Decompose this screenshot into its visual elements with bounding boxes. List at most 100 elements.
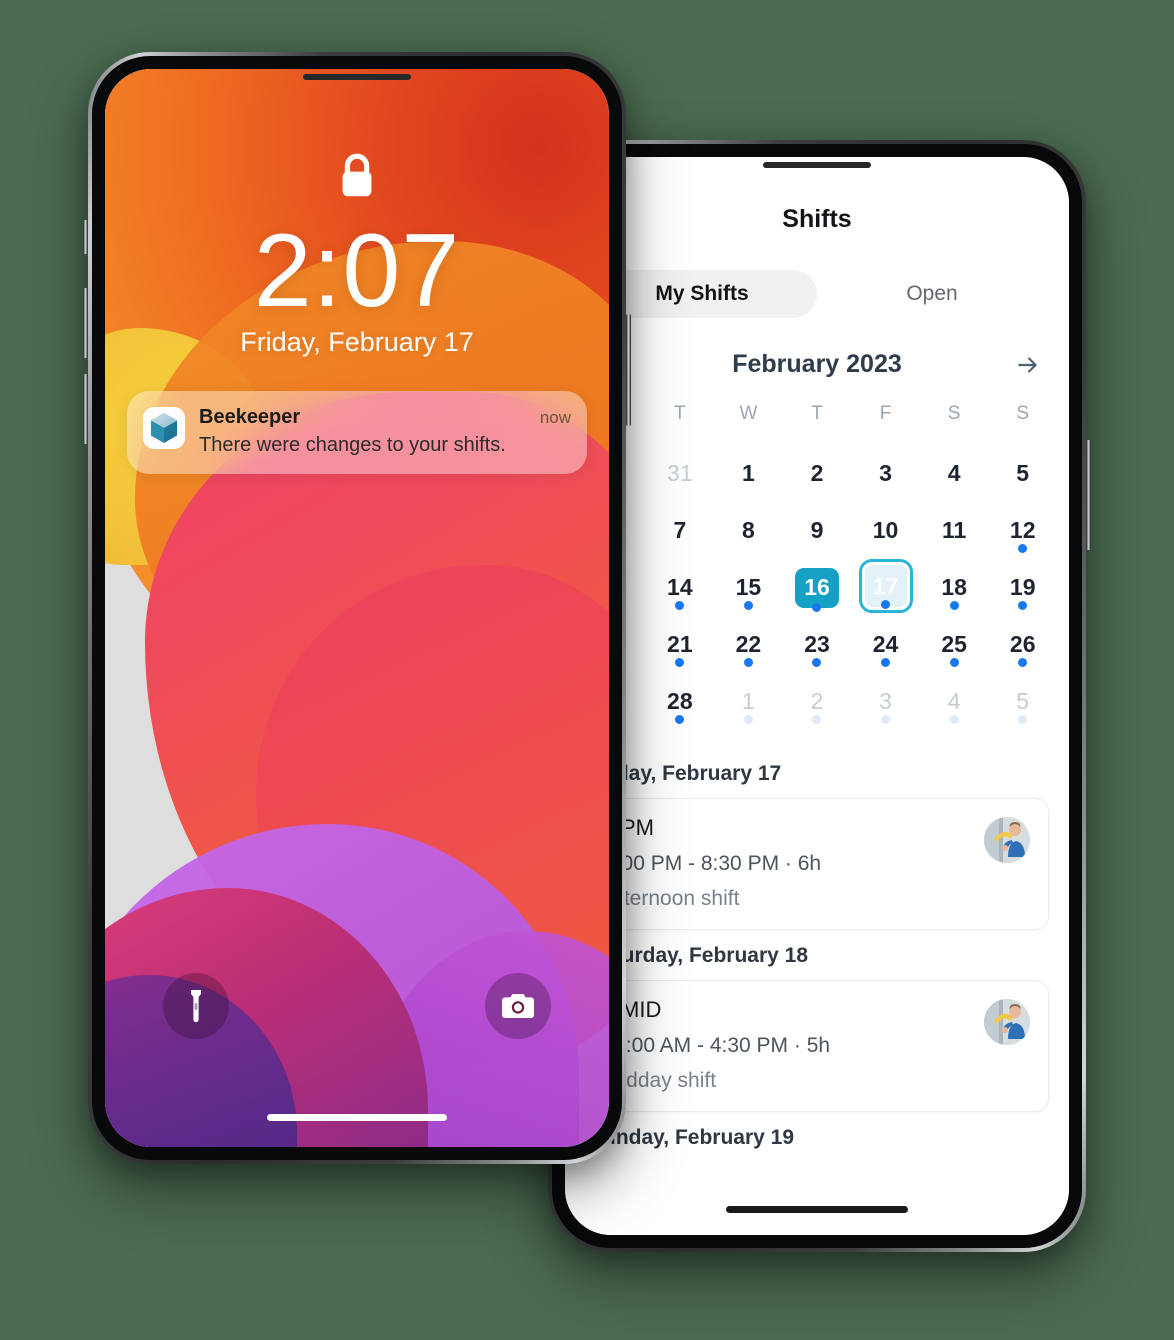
shift-indicator-dot [675,715,685,724]
calendar-day-21[interactable]: 21 [646,616,715,673]
calendar-day-1[interactable]: 1 [714,445,783,502]
next-month-button[interactable] [1011,348,1045,382]
calendar-day-1[interactable]: 1 [714,673,783,730]
shift-indicator-dot [949,601,959,610]
calendar-month-label: February 2023 [732,350,902,378]
volume-up-button-left-phone[interactable] [83,288,88,358]
calendar-day-2[interactable]: 2 [783,445,852,502]
calendar-day-15[interactable]: 15 [714,559,783,616]
calendar-day-number: 11 [941,517,967,543]
tab-open[interactable]: Open [817,270,1047,318]
shift-indicator-dot [675,601,685,610]
calendar-weekday-6: S [1016,403,1030,424]
home-indicator-right[interactable] [726,1206,908,1213]
arrow-right-icon [1018,356,1037,373]
shift-time-range: 11:00 AM - 4:30 PM · 5h [604,1034,831,1057]
shift-code-label: MID [621,997,662,1022]
calendar-day-number: 7 [673,517,687,543]
calendar-day-17[interactable]: 17 [858,559,913,613]
earpiece-speaker-right [763,162,871,168]
calendar-day-19[interactable]: 19 [988,559,1057,616]
calendar-day-number: 10 [872,517,899,543]
shift-indicator-dot [881,658,891,667]
shift-day-label: Sunday, February 19 [589,1126,795,1149]
shift-indicator-dot [1018,601,1028,610]
shift-indicator-dot [881,600,891,609]
shift-card-body: PM 2:00 PM - 8:30 PM · 6h Afternoon shift [604,815,984,911]
volume-down-button-left-phone[interactable] [83,374,88,444]
shift-indicator-dot [743,601,753,610]
calendar-day-number: 5 [1016,460,1030,486]
shift-indicator-dot [1018,658,1028,667]
shift-day-label: Friday, February 17 [589,762,782,785]
calendar-day-number: 4 [947,460,961,486]
calendar-day-4[interactable]: 4 [920,445,989,502]
calendar-day-number: 31 [667,460,693,486]
calendar-weekday-4: F [879,403,892,424]
calendar-day-3[interactable]: 3 [851,445,920,502]
calendar-weekday-5: S [947,403,961,424]
phone-device-shifts-app: Shifts My Shifts Open February 2023 T W … [543,140,1091,1252]
mute-switch-left-phone[interactable] [83,220,88,254]
shift-indicator-dot [812,715,822,724]
calendar-day-18[interactable]: 18 [920,559,989,616]
shift-code-row: PM [604,815,984,841]
lock-screen-time: 2:07 [253,213,461,329]
phone-screen-lock: 2:07 Friday, February 17 Beekeeper There… [105,69,609,1147]
calendar-day-31[interactable]: 31 [646,445,715,502]
calendar-day-8[interactable]: 8 [714,502,783,559]
calendar-day-24[interactable]: 24 [851,616,920,673]
calendar-day-5[interactable]: 5 [988,673,1057,730]
shift-indicator-dot [812,658,822,667]
calendar-day-23[interactable]: 23 [783,616,852,673]
calendar-day-16[interactable]: 16 [783,559,852,616]
phone-bezel-right: Shifts My Shifts Open February 2023 T W … [552,144,1082,1248]
shift-indicator-dot [881,715,891,724]
calendar-weekday-2: W [739,403,758,424]
calendar-day-9[interactable]: 9 [783,502,852,559]
calendar-day-grid: 3031123456789101112131415161718192021222… [565,445,1069,730]
shift-time-range: 2:00 PM - 8:30 PM · 6h [604,852,822,875]
shift-indicator-dot [812,603,822,612]
worker-avatar-photo [984,999,1030,1045]
calendar-day-3[interactable]: 3 [851,673,920,730]
avatar [984,999,1030,1045]
lock-status-icon-wrap [105,151,609,203]
shift-indicator-dot [1018,544,1028,553]
calendar-day-10[interactable]: 10 [851,502,920,559]
shift-code-row: MID [604,997,984,1023]
calendar-day-14[interactable]: 14 [646,559,715,616]
calendar-day-26[interactable]: 26 [988,616,1057,673]
shift-description: Midday shift [604,1069,717,1092]
calendar-day-number: 16 [794,567,839,608]
shift-indicator-dot [743,715,753,724]
calendar-day-number: 1 [742,460,755,486]
calendar-day-number: 8 [742,517,755,543]
calendar-weekday-1: T [674,403,686,424]
calendar-weekday-row: MTWTFSS [565,397,1069,427]
shift-card[interactable]: MID 11:00 AM - 4:30 PM · 5h Midday shift [585,980,1049,1112]
calendar-day-11[interactable]: 11 [920,502,989,559]
worker-avatar-photo [984,817,1030,863]
shift-indicator-dot [675,658,685,667]
shift-card[interactable]: PM 2:00 PM - 8:30 PM · 6h Afternoon shift [585,798,1049,930]
calendar-day-number: 2 [810,460,824,486]
calendar-day-22[interactable]: 22 [714,616,783,673]
calendar-day-28[interactable]: 28 [646,673,715,730]
calendar-day-25[interactable]: 25 [920,616,989,673]
calendar-day-12[interactable]: 12 [988,502,1057,559]
calendar-header: February 2023 [565,350,1069,379]
shifts-app: Shifts My Shifts Open February 2023 T W … [565,157,1069,1235]
calendar-day-4[interactable]: 4 [920,673,989,730]
shift-list: Friday, February 17 PM 2:00 PM - 8:30 PM ·… [565,748,1069,1235]
calendar-day-7[interactable]: 7 [646,502,715,559]
app-header: Shifts [565,157,1069,234]
power-button-right-phone[interactable] [1086,440,1091,550]
phone-device-lock-screen: 2:07 Friday, February 17 Beekeeper There… [83,52,631,1164]
phone-screen-shifts: Shifts My Shifts Open February 2023 T W … [565,157,1069,1235]
phone-bezel-left: 2:07 Friday, February 17 Beekeeper There… [92,56,622,1160]
calendar-day-5[interactable]: 5 [988,445,1057,502]
power-button-left-phone[interactable] [626,314,631,426]
shift-description: Afternoon shift [604,887,740,910]
calendar-day-2[interactable]: 2 [783,673,852,730]
